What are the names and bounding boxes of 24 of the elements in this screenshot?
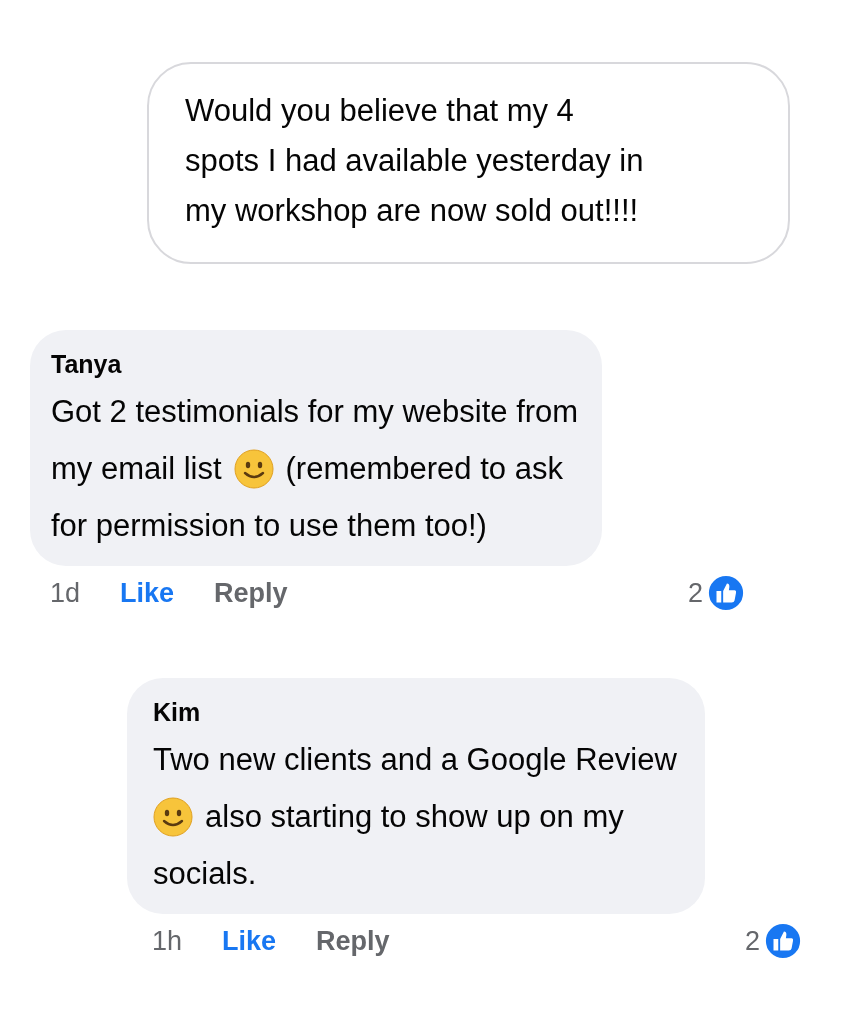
timestamp: 1d: [50, 577, 81, 609]
comment-text: (remembered to ask: [285, 450, 563, 487]
post-text: spots I had available yesterday in: [185, 142, 645, 180]
reaction-count: 2: [687, 577, 703, 609]
reply-link[interactable]: Reply: [214, 577, 288, 609]
smiley-icon: [153, 796, 193, 837]
post-text: Would you believe that my 4: [185, 92, 575, 130]
like-icon: [707, 574, 745, 612]
comment-author: Kim: [153, 698, 201, 727]
timestamp: 1h: [152, 925, 183, 957]
like-link[interactable]: Like: [120, 577, 175, 609]
like-link[interactable]: Like: [222, 925, 277, 957]
reply-link[interactable]: Reply: [316, 925, 390, 957]
like-icon: [764, 922, 802, 960]
post-text: my workshop are now sold out!!!!: [185, 192, 640, 230]
comment-text: for permission to use them too!): [51, 507, 487, 544]
comment-text: my email list: [51, 450, 222, 487]
comment-text: Got 2 testimonials for my website from: [51, 393, 579, 430]
comment-text: Two new clients and a Google Review: [153, 741, 677, 778]
reaction-count: 2: [744, 925, 760, 957]
comment-author: Tanya: [51, 350, 122, 379]
smiley-icon: [233, 448, 274, 489]
comment-text: also starting to show up on my: [205, 798, 624, 835]
comment-text: socials.: [153, 855, 257, 892]
